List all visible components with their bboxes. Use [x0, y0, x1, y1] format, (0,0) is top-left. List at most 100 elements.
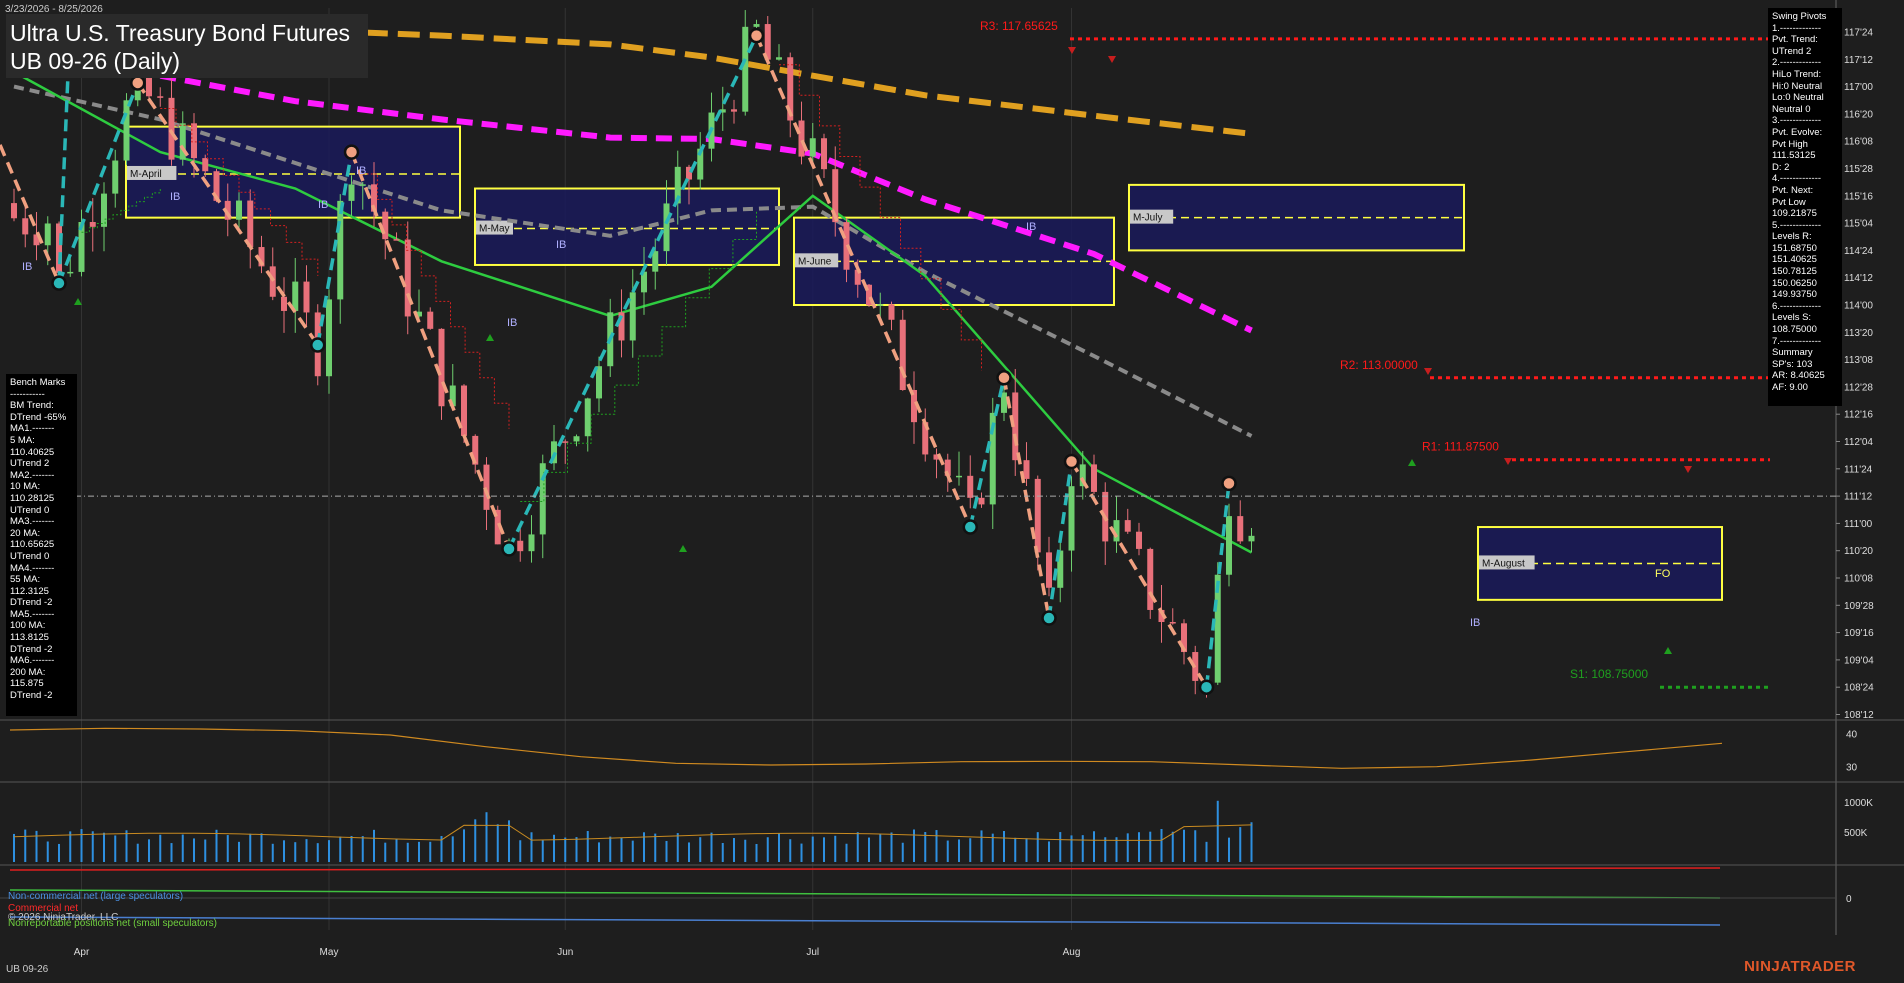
bench-marks-line: 113.8125: [10, 632, 49, 644]
candle-body: [562, 441, 569, 443]
monthly-box-label: M-May: [479, 224, 510, 235]
swing-pivots-line: Swing Pivots: [1772, 11, 1827, 22]
monthly-box-label: M-April: [130, 169, 162, 180]
candle-body: [11, 203, 17, 219]
swing-pivots-line: Lo:0 Neutral: [1772, 92, 1824, 104]
y-tick-label: 113'08: [1844, 355, 1873, 366]
bench-marks-line: DTrend -2: [10, 597, 53, 609]
y-tick-label: 109'04: [1844, 655, 1874, 666]
candle-body: [1226, 516, 1232, 575]
instrument-symbol: UB 09-26: [6, 964, 49, 975]
bench-marks-line: UTrend 2: [10, 458, 50, 470]
bench-marks-line: 100 MA:: [10, 620, 46, 632]
swing-pivots-line: 111.53125: [1772, 150, 1816, 162]
swing-pivots-line: 3.-------------: [1772, 115, 1822, 127]
bench-marks-line: 112.3125: [10, 585, 49, 597]
ib-label: IB: [22, 261, 32, 273]
candle-body: [157, 96, 164, 98]
candle-body: [517, 540, 524, 552]
swing-pivots-line: Summary: [1772, 347, 1813, 359]
candle-body: [584, 398, 591, 437]
bench-marks-line: 200 MA:: [10, 666, 46, 678]
bench-marks-line: 10 MA:: [10, 481, 41, 493]
y-tick-label: 112'28: [1844, 382, 1873, 393]
swing-pivots-line: 7.-------------: [1772, 335, 1822, 347]
y-tick-label: 111'12: [1844, 492, 1873, 503]
swing-pivots-line: Pvt Low: [1772, 196, 1806, 208]
candle-body: [22, 218, 29, 235]
candle-body: [899, 319, 906, 390]
candle-body: [191, 123, 197, 159]
y-tick-label: 114'24: [1844, 246, 1873, 257]
candle-body: [1237, 516, 1244, 542]
swing-pivot-marker: [962, 519, 978, 535]
candle-body: [596, 366, 602, 399]
swing-pivots-line: Levels R:: [1772, 231, 1812, 243]
candle-body: [427, 311, 434, 329]
swing-pivot-marker: [748, 27, 765, 44]
swing-pivots-line: 149.93750: [1772, 289, 1817, 301]
monthly-box: [1128, 183, 1465, 252]
candle-body: [978, 497, 985, 505]
bench-marks-line: MA2.-------: [10, 469, 55, 481]
candle-body: [303, 281, 310, 313]
fo-label: FO: [1655, 568, 1671, 580]
volume-tick-label: 500K: [1844, 828, 1868, 839]
candle-body: [967, 475, 974, 498]
chart-title: Ultra U.S. Treasury Bond Futures: [10, 20, 351, 46]
swing-pivots-line: 151.68750: [1772, 242, 1817, 254]
pivot-level-label: R2: 113.00000: [1340, 358, 1418, 372]
bench-marks-line: DTrend -2: [10, 690, 53, 702]
candle-body: [348, 184, 355, 201]
legend-nonreportable: Nonreportable positions net (small specu…: [8, 918, 217, 929]
swing-pivot-marker: [51, 275, 67, 291]
bench-marks-line: -----------: [10, 388, 45, 400]
x-tick-label: Jun: [557, 947, 573, 958]
y-tick-label: 114'12: [1844, 273, 1873, 284]
indicator-tick-label: 40: [1846, 729, 1858, 740]
candle-body: [236, 200, 242, 220]
x-tick-label: Apr: [74, 947, 90, 958]
candle-body: [663, 203, 670, 252]
swing-pivots-line: Pvt. Next:: [1772, 184, 1814, 196]
candle-body: [359, 184, 366, 186]
y-tick-label: 115'04: [1844, 219, 1873, 230]
swing-pivots-line: Levels S:: [1772, 312, 1812, 324]
swing-pivot-marker: [501, 541, 517, 557]
swing-pivot-marker: [130, 75, 146, 91]
candle-body: [123, 100, 130, 161]
bench-marks-line: 5 MA:: [10, 434, 35, 446]
y-tick-label: 117'24: [1844, 28, 1873, 39]
pivot-level-label: R1: 111.87500: [1422, 440, 1499, 454]
swing-pivots-line: 1.-------------: [1772, 22, 1822, 34]
y-tick-label: 112'16: [1844, 410, 1873, 421]
bench-marks-line: 55 MA:: [10, 574, 41, 586]
candle-body: [742, 26, 749, 112]
candle-body: [573, 436, 580, 442]
candle-body: [461, 385, 467, 436]
y-tick-label: 116'08: [1844, 137, 1873, 148]
candle-body: [753, 24, 760, 27]
candle-body: [337, 200, 344, 300]
candle-body: [1248, 535, 1255, 542]
ib-label: IB: [1026, 221, 1036, 233]
swing-pivots-line: Neutral 0: [1772, 103, 1811, 115]
y-tick-label: 114'00: [1844, 301, 1873, 312]
bench-marks-line: MA6.-------: [10, 655, 55, 667]
swing-pivots-line: Pvt High: [1772, 138, 1808, 150]
ib-label: IB: [507, 317, 517, 329]
y-tick-label: 111'24: [1844, 464, 1873, 475]
date-range: 3/23/2026 - 8/25/2026: [5, 4, 103, 15]
candle-body: [528, 534, 535, 552]
candle-body: [1147, 548, 1154, 610]
swing-pivots-line: 2.-------------: [1772, 57, 1822, 69]
candle-body: [1046, 552, 1052, 588]
swing-pivots-line: D: 2: [1772, 161, 1790, 173]
candle-body: [269, 266, 276, 297]
legend-noncommercial: Non-commercial net (large speculators): [8, 891, 184, 902]
swing-pivot-marker: [1221, 475, 1237, 492]
ib-label: IB: [1470, 617, 1480, 629]
pivot-level-label: S1: 108.75000: [1570, 667, 1648, 681]
bench-marks-line: DTrend -2: [10, 643, 53, 655]
candle-body: [89, 222, 96, 227]
